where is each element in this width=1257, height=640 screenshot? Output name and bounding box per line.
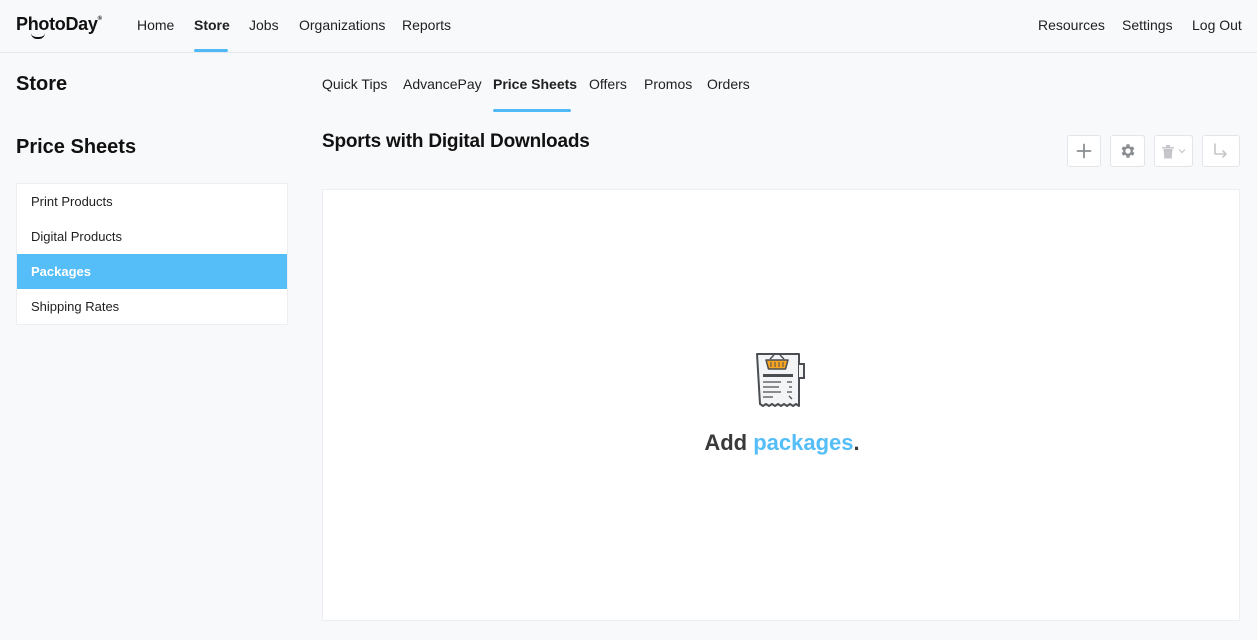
tab-advancepay[interactable]: AdvancePay — [403, 76, 482, 92]
tab-quick-tips[interactable]: Quick Tips — [322, 76, 387, 92]
nav-reports[interactable]: Reports — [402, 17, 451, 33]
gear-icon — [1121, 144, 1134, 158]
nav-settings[interactable]: Settings — [1122, 17, 1173, 33]
tab-offers[interactable]: Offers — [589, 76, 627, 92]
move-button[interactable] — [1202, 135, 1240, 167]
tab-active-indicator — [493, 109, 571, 112]
top-navigation: PhotoDay® Home Store Jobs Organizations … — [0, 0, 1257, 53]
nav-active-indicator — [194, 49, 228, 52]
sidebar-item-digital-products[interactable]: Digital Products — [17, 219, 287, 254]
sidebar-item-print-products[interactable]: Print Products — [17, 184, 287, 219]
add-packages-link[interactable]: packages — [753, 430, 853, 455]
photoday-logo[interactable]: PhotoDay® — [16, 14, 102, 35]
logo-text: PhotoDay — [16, 14, 98, 34]
nav-organizations[interactable]: Organizations — [299, 17, 385, 33]
empty-state-suffix: . — [853, 430, 860, 455]
empty-state-message: Add packages. — [323, 430, 1241, 456]
settings-button[interactable] — [1110, 135, 1145, 167]
section-title: Price Sheets — [16, 136, 137, 158]
price-sheet-title: Sports with Digital Downloads — [322, 131, 590, 152]
logo-registered-mark: ® — [97, 16, 102, 22]
logo-smile-icon — [31, 33, 45, 39]
receipt-basket-icon — [756, 353, 805, 407]
trash-icon — [1162, 144, 1174, 158]
packages-panel: Add packages. — [322, 189, 1240, 621]
add-button[interactable] — [1067, 135, 1101, 167]
nav-log-out[interactable]: Log Out — [1192, 17, 1242, 33]
chevron-down-icon — [1178, 149, 1186, 154]
tab-promos[interactable]: Promos — [644, 76, 692, 92]
sidebar-item-shipping-rates[interactable]: Shipping Rates — [17, 289, 287, 324]
delete-dropdown-button[interactable] — [1154, 135, 1193, 167]
sidebar-menu: Print Products Digital Products Packages… — [16, 183, 288, 325]
nav-resources[interactable]: Resources — [1038, 17, 1105, 33]
empty-state-prefix: Add — [704, 430, 754, 455]
tab-orders[interactable]: Orders — [707, 76, 750, 92]
sidebar-item-packages[interactable]: Packages — [17, 254, 287, 289]
arrow-return-icon — [1214, 143, 1227, 158]
tab-price-sheets[interactable]: Price Sheets — [493, 76, 577, 92]
nav-store[interactable]: Store — [194, 17, 230, 33]
plus-icon — [1076, 143, 1092, 159]
nav-home[interactable]: Home — [137, 17, 174, 33]
page-title: Store — [16, 73, 68, 95]
nav-jobs[interactable]: Jobs — [249, 17, 279, 33]
